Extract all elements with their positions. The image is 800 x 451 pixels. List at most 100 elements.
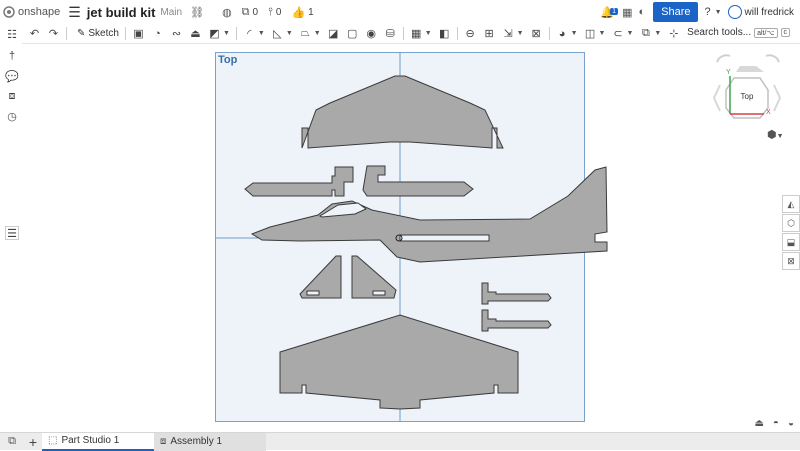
versions-button[interactable]: ⧉ 0 [242,6,258,19]
divider [548,27,550,40]
comments-button[interactable]: ⫯ 0 [268,6,281,19]
rib-icon[interactable]: ◪ [327,27,340,40]
view-cube-left-arrow-icon[interactable] [712,84,721,112]
tab-label: Assembly 1 [170,436,223,447]
undo-icon[interactable]: ↶ [28,27,41,40]
section-view-icon[interactable]: ⊠ [782,252,800,270]
mass-properties-icon[interactable]: ⬡ [782,214,800,232]
thicken-icon[interactable]: ◩ [208,27,221,40]
view-cube-right-arrow-icon[interactable] [773,84,782,112]
top-bar: onshape ☰ jet build kit Main ⛓ ◍ ⧉ 0 ⫯ 0… [0,0,800,24]
chevron-down-icon[interactable]: ▼ [626,30,633,37]
chevron-down-icon[interactable]: ▼ [654,30,661,37]
display-mode-icon[interactable]: ⬢▼ [767,128,784,141]
comments-count: 0 [275,6,282,18]
mirror-icon[interactable]: ◧ [438,27,451,40]
feature-toolbar: ↶ ↷ ✎ Sketch ▣ ◔ ∾ ⏏ ◩ ▼ ◜ ▼ ◺ ▼ ⏢ ▼ ◪ ▢ ◉ ⛁… [0,24,800,44]
panel-toggle-icon[interactable]: ☰ [5,226,19,240]
cylinder-icon[interactable]: ⛁ [384,27,397,40]
measure-icon[interactable]: ⬓ [782,233,800,251]
divider [235,27,237,40]
boolean-icon[interactable]: ⊖ [464,27,477,40]
globe-icon[interactable]: ◍ [222,6,232,19]
draft-icon[interactable]: ⏢ [299,27,312,40]
user-menu[interactable]: will fredrick [727,5,794,19]
add-tab-icon[interactable]: + [24,434,42,450]
parts-icon[interactable]: ⧈ [5,89,19,103]
split-icon[interactable]: ⊞ [483,27,496,40]
view-orientation-icon[interactable]: ◓ [773,418,779,429]
pencil-icon: ✎ [77,28,86,39]
user-name: will fredrick [744,6,794,18]
zoom-fit-icon[interactable]: ⏏ [754,418,763,429]
avatar [727,5,742,19]
loft-icon[interactable]: ⏏ [189,27,202,40]
tab-assembly-1[interactable]: ⧈ Assembly 1 [154,432,266,451]
extrude-icon[interactable]: ▣ [132,27,145,40]
rotate-cw-icon[interactable] [765,54,780,63]
tab-part-studio-1[interactable]: ⬚ Part Studio 1 [42,432,154,451]
chevron-down-icon[interactable]: ▼ [286,30,293,37]
view-cube-label: Top [740,92,754,101]
pin-icon: ⫯ [268,5,273,18]
hamburger-menu-icon[interactable]: ☰ [68,4,81,21]
search-tools-label: Search tools... [687,27,752,38]
chevron-down-icon[interactable]: ▼ [517,30,524,37]
chevron-down-icon[interactable]: ▼ [571,30,578,37]
x-axis-label: X [766,109,771,116]
help-icon[interactable]: ? [704,6,710,18]
plane-icon[interactable]: ◫ [584,27,597,40]
right-panel-bar: ◭ ⬡ ⬓ ⊠ [782,195,800,271]
top-right-controls: 🔔 1 ▦ ◐ Share ? ▼ will fredrick [600,0,800,24]
search-tools[interactable]: Search tools... alt/⌥ c [687,27,790,38]
tab-manager-icon[interactable]: ⧉ [0,435,24,448]
add-feature-icon[interactable]: ⊹ [667,27,680,40]
section-plane-icon[interactable]: ◒ [788,418,794,429]
share-button[interactable]: Share [653,2,699,22]
onshape-logo-icon [3,6,15,18]
delete-part-icon[interactable]: ⊠ [530,27,543,40]
chevron-down-icon[interactable]: ▼ [314,30,321,37]
y-axis-label: Y [726,69,731,76]
comments-icon[interactable]: 💬 [5,69,19,83]
modify-fillet-icon[interactable]: ◕ [556,27,569,40]
revolve-icon[interactable]: ◔ [151,27,164,40]
link-icon[interactable]: ⛓ [190,6,204,19]
pattern-icon[interactable]: ▦ [410,27,423,40]
top-plane[interactable] [215,52,585,422]
history-icon[interactable]: ◷ [5,109,19,123]
variables-icon[interactable]: † [5,49,19,63]
part-studio-icon: ⬚ [48,435,58,446]
divider [124,27,126,40]
mate-connector-icon[interactable]: ⊂ [611,27,624,40]
chevron-down-icon[interactable]: ▼ [223,30,230,37]
fillet-icon[interactable]: ◜ [243,27,256,40]
branch-label[interactable]: Main [160,7,182,18]
chamfer-icon[interactable]: ◺ [271,27,284,40]
notifications-bell-icon[interactable]: 🔔 1 [600,6,618,19]
chevron-down-icon[interactable]: ▼ [258,30,265,37]
hole-icon[interactable]: ◉ [365,27,378,40]
shell-icon[interactable]: ▢ [346,27,359,40]
document-title[interactable]: jet build kit [87,5,156,20]
appearance-icon[interactable]: ◭ [782,195,800,213]
sweep-icon[interactable]: ∾ [170,27,183,40]
view-cube-up-arrow-icon[interactable] [736,66,764,72]
rotate-ccw-icon[interactable] [716,54,731,63]
shortcut-badge: alt/⌥ [754,27,778,38]
tab-bar: ⧉ + ⬚ Part Studio 1 ⧈ Assembly 1 [0,432,800,451]
feature-list-icon[interactable]: ☷ [5,27,19,41]
sketch-button[interactable]: ✎ Sketch [77,28,119,39]
help-chevron-down-icon[interactable]: ▼ [715,9,722,16]
app-store-icon[interactable]: ▦ [622,6,632,19]
onshape-logo[interactable]: onshape [3,6,60,18]
transform-icon[interactable]: ⇲ [502,27,515,40]
redo-icon[interactable]: ↷ [47,27,60,40]
chevron-down-icon[interactable]: ▼ [425,30,432,37]
sheet-metal-icon[interactable]: ⧉ [639,27,652,40]
chevron-down-icon[interactable]: ▼ [599,30,606,37]
thumbs-up-icon: 👍 [291,6,306,19]
sketch-label: Sketch [88,28,119,39]
like-button[interactable]: 👍 1 [291,6,313,19]
learning-center-icon[interactable]: ◐ [638,6,645,18]
